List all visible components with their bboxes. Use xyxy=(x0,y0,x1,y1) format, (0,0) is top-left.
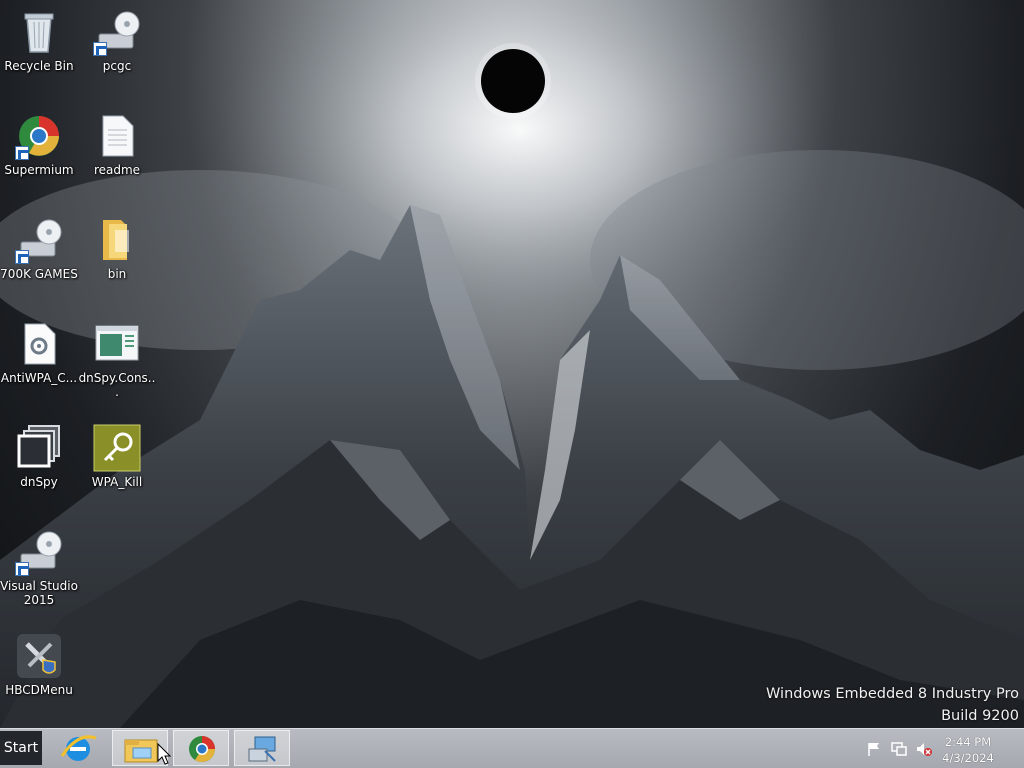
desktop-icon-readme[interactable]: readme xyxy=(78,112,156,177)
folder-icon xyxy=(93,216,141,264)
taskbar: Start 2:44 PM 4/3/2024 xyxy=(0,728,1024,768)
volume-muted-icon[interactable] xyxy=(916,741,932,756)
desktop-icon-pcgc[interactable]: pcgc xyxy=(78,8,156,73)
taskbar-pin-supermium[interactable] xyxy=(173,730,229,766)
network-icon[interactable] xyxy=(891,741,907,756)
drive-shortcut-icon xyxy=(93,8,141,56)
key-icon xyxy=(93,424,141,472)
shortcut-arrow-icon xyxy=(15,250,29,264)
settings-file-icon xyxy=(15,320,63,368)
icon-label: Recycle Bin xyxy=(4,59,74,73)
desktop-icon-wpa-kill[interactable]: WPA_Kill xyxy=(78,424,156,489)
start-button[interactable]: Start xyxy=(0,731,42,765)
mouse-cursor-icon xyxy=(157,743,171,765)
icon-label: HBCDMenu xyxy=(5,683,73,697)
system-clock[interactable]: 2:44 PM 4/3/2024 xyxy=(938,734,998,766)
ie-icon xyxy=(60,735,97,761)
icon-label: Visual Studio 2015 xyxy=(0,579,78,607)
dnspy-icon xyxy=(15,424,63,472)
watermark-edition: Windows Embedded 8 Industry Pro xyxy=(766,686,1019,702)
desktop-icon-hbcdmenu[interactable]: HBCDMenu xyxy=(0,632,78,697)
console-app-icon xyxy=(93,320,141,368)
network-computer-icon xyxy=(248,736,276,762)
desktop-icon-supermium[interactable]: Supermium xyxy=(0,112,78,177)
shortcut-arrow-icon xyxy=(15,146,29,160)
taskbar-pin-network-program[interactable] xyxy=(234,730,290,766)
text-file-icon xyxy=(93,112,141,160)
shortcut-arrow-icon xyxy=(15,562,29,576)
icon-label: dnSpy.Cons... xyxy=(78,371,156,399)
icon-label: AntiWPA_C... xyxy=(0,371,78,385)
desktop-icon-antiwpa[interactable]: AntiWPA_C... xyxy=(0,320,78,385)
icon-label: 700K GAMES xyxy=(0,267,78,281)
action-center-flag-icon[interactable] xyxy=(866,741,882,756)
clock-time: 2:44 PM xyxy=(944,735,992,749)
icon-label: Supermium xyxy=(4,163,74,177)
browser-icon xyxy=(15,112,63,160)
drive-shortcut-icon xyxy=(15,216,63,264)
icon-label: readme xyxy=(93,163,141,177)
shortcut-arrow-icon xyxy=(93,42,107,56)
desktop-background: Recycle Bin Supermium 700K GAMES AntiWPA… xyxy=(0,0,1024,728)
icon-label: WPA_Kill xyxy=(91,475,143,489)
drive-shortcut-icon xyxy=(15,528,63,576)
icon-label: dnSpy xyxy=(20,475,58,489)
desktop-icon-recycle-bin[interactable]: Recycle Bin xyxy=(0,8,78,73)
icon-label: bin xyxy=(107,267,127,281)
desktop-icon-dnspy-console[interactable]: dnSpy.Cons... xyxy=(78,320,156,399)
desktop-icon-visual-studio-2015[interactable]: Visual Studio 2015 xyxy=(0,528,78,607)
desktop-icon-700k-games[interactable]: 700K GAMES xyxy=(0,216,78,281)
clock-date: 4/3/2024 xyxy=(942,751,994,765)
recycle-bin-icon xyxy=(15,8,63,56)
taskbar-pin-internet-explorer[interactable] xyxy=(50,730,106,766)
tools-icon xyxy=(15,632,63,680)
desktop-icon-dnspy[interactable]: dnSpy xyxy=(0,424,78,489)
icon-label: pcgc xyxy=(102,59,132,73)
browser-icon xyxy=(189,736,216,763)
watermark-build: Build 9200 xyxy=(941,708,1019,724)
desktop-icon-bin[interactable]: bin xyxy=(78,216,156,281)
windows-version-watermark: Windows Embedded 8 Industry Pro Build 92… xyxy=(766,683,1019,727)
